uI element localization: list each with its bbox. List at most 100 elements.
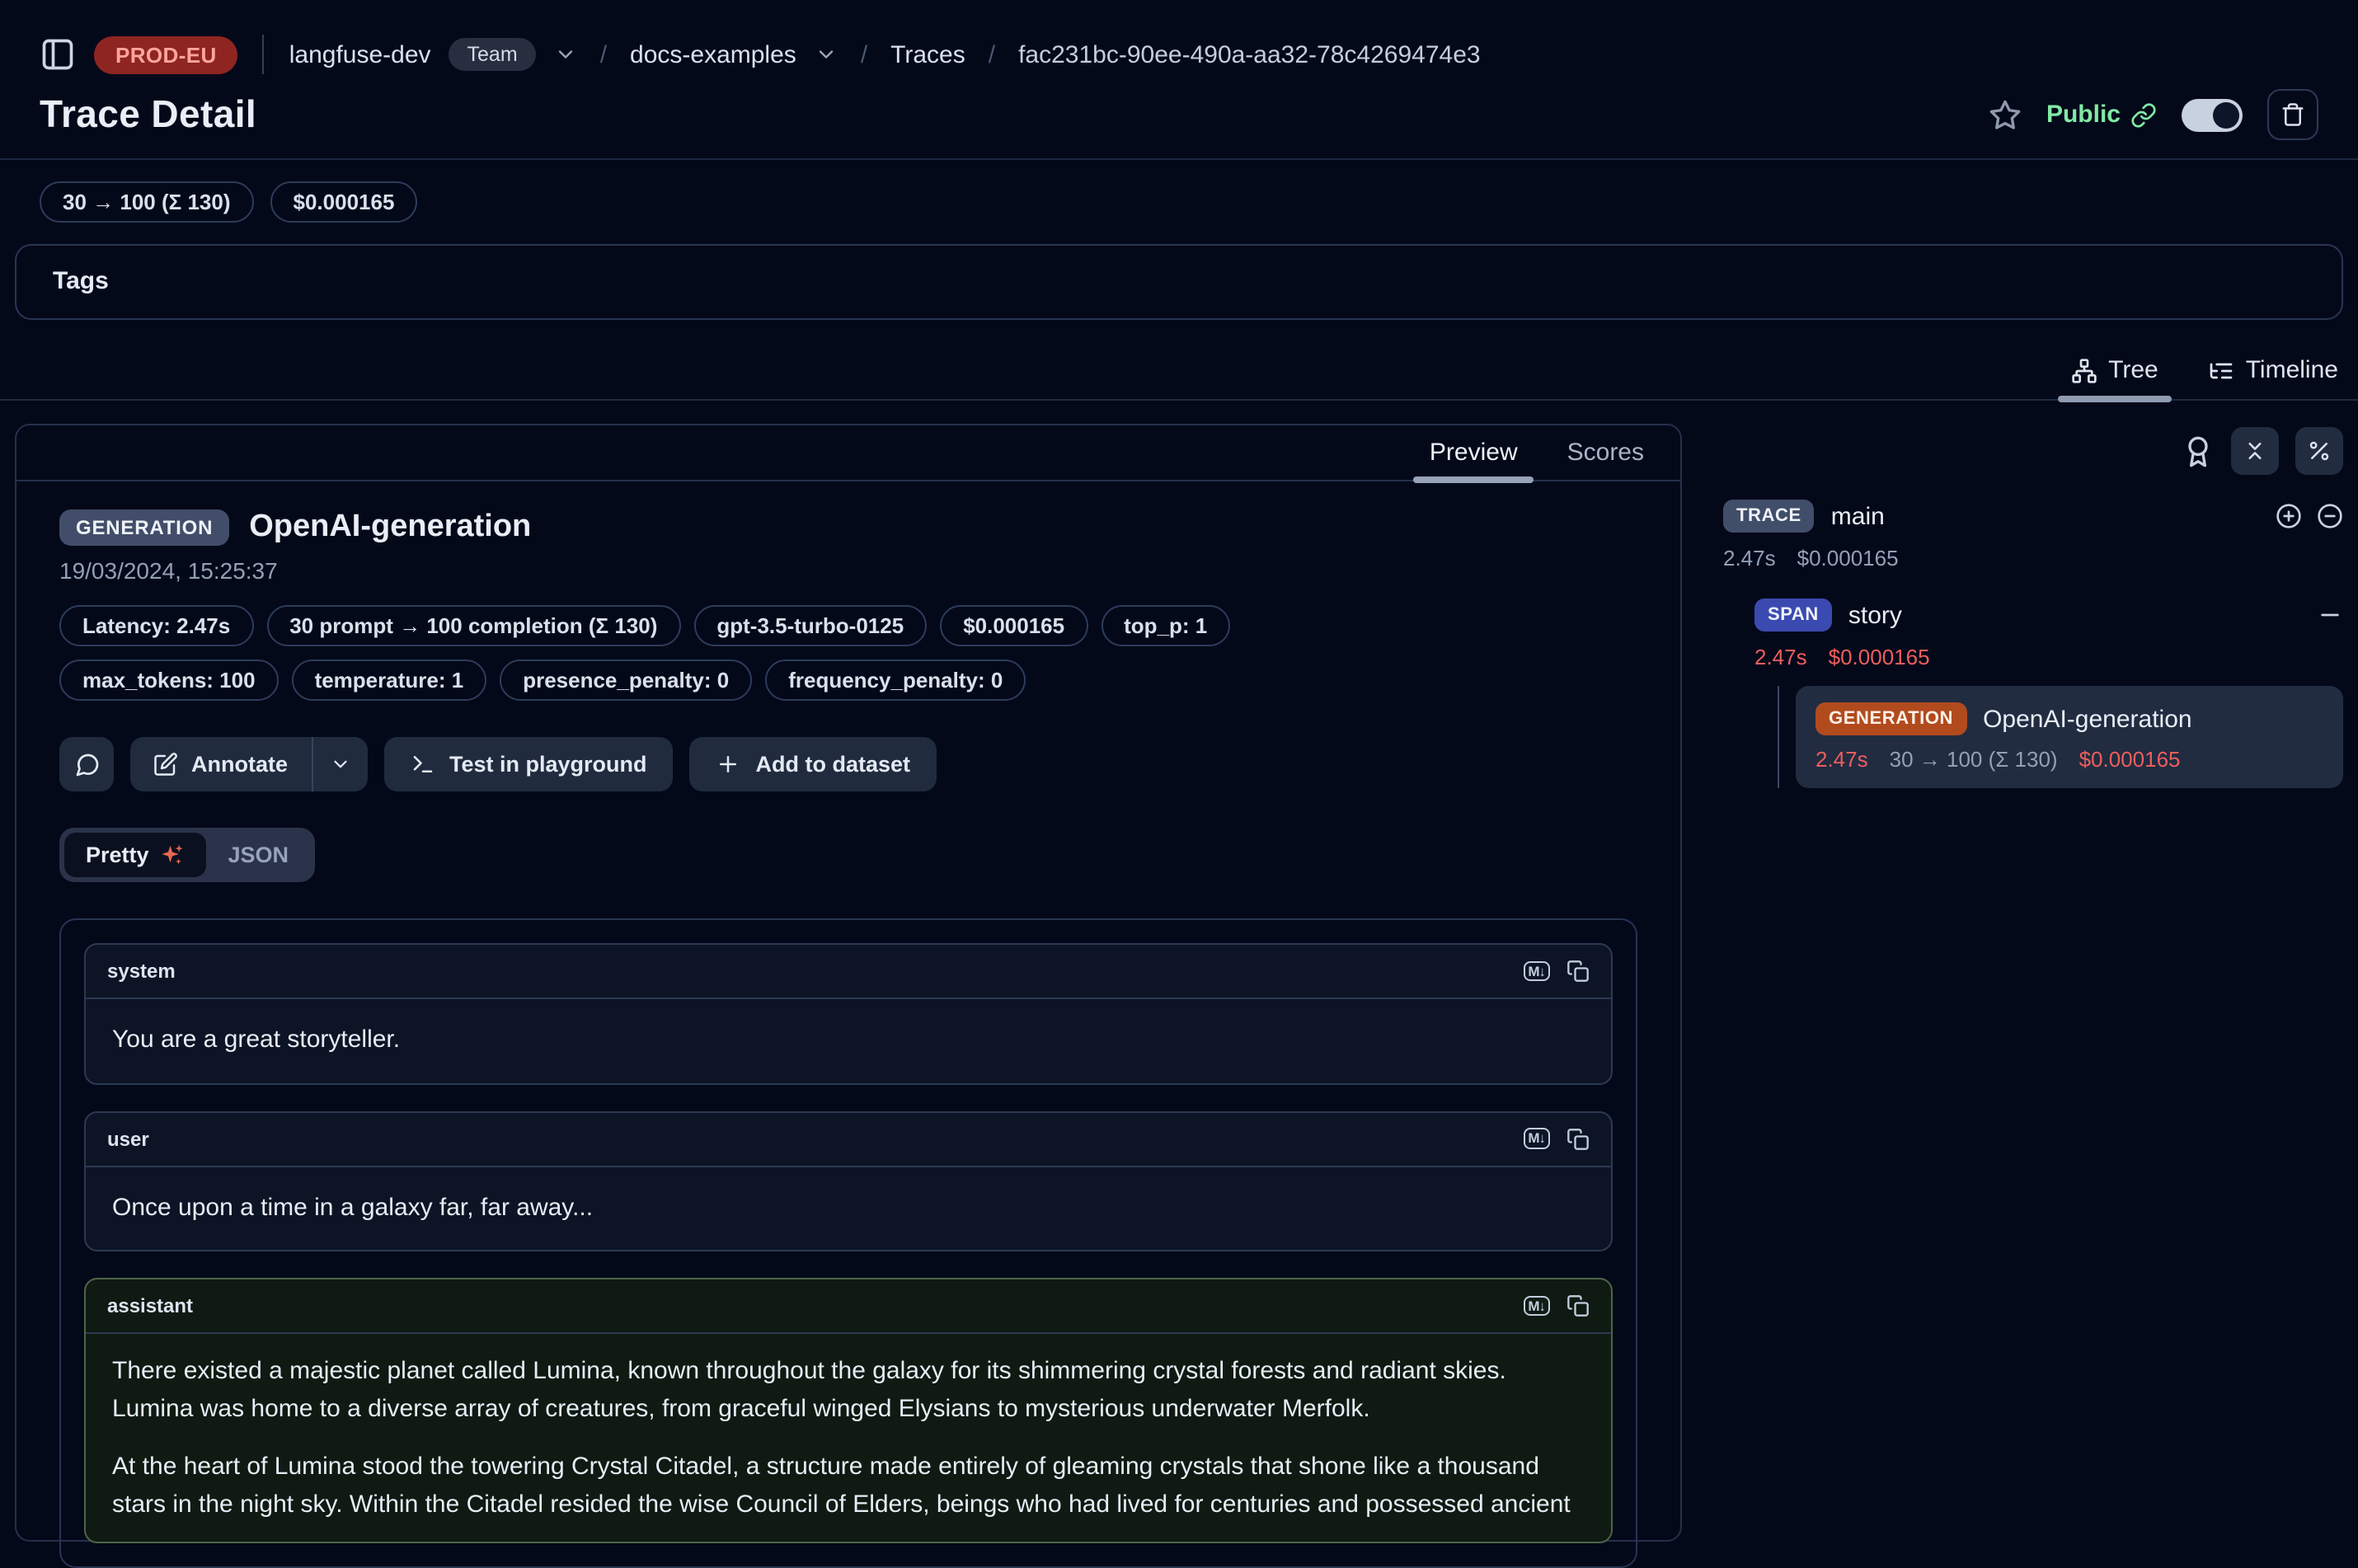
trace-tree: TRACE main 2.47s $0.000165 SPAN story	[1723, 424, 2343, 788]
param-top-p: top_p: 1	[1101, 605, 1230, 646]
copy-icon[interactable]	[1567, 1127, 1590, 1150]
public-link[interactable]: Public	[2046, 101, 2157, 129]
workflow-tree-icon	[2070, 357, 2097, 383]
span-metrics: 2.47s $0.000165	[1754, 645, 2343, 669]
copy-icon[interactable]	[1567, 960, 1590, 983]
tab-timeline[interactable]: Timeline	[2205, 350, 2342, 399]
tab-tree-label: Tree	[2108, 356, 2158, 384]
markdown-toggle-icon[interactable]: M↓	[1523, 1129, 1550, 1149]
message-role: system	[107, 960, 176, 983]
breadcrumb-separator: /	[984, 40, 1000, 68]
observation-type-badge: GENERATION	[59, 509, 229, 546]
tags-box[interactable]: Tags	[15, 244, 2343, 320]
chevron-down-icon	[329, 753, 350, 775]
main-content: Preview Scores GENERATION OpenAI-generat…	[0, 401, 2358, 1542]
tab-scores[interactable]: Scores	[1564, 425, 1647, 480]
award-icon[interactable]	[2182, 434, 2215, 467]
environment-badge[interactable]: PROD-EU	[94, 35, 238, 73]
terminal-icon	[410, 752, 434, 777]
span-cost: $0.000165	[1829, 645, 1930, 669]
add-to-dataset-button[interactable]: Add to dataset	[690, 737, 937, 791]
sidebar-toggle-icon[interactable]	[40, 36, 76, 73]
message-role: assistant	[107, 1294, 193, 1317]
tree-toolbar	[1723, 427, 2343, 475]
comment-button[interactable]	[59, 737, 114, 791]
playground-button[interactable]: Test in playground	[383, 737, 674, 791]
tab-preview[interactable]: Preview	[1426, 425, 1521, 480]
message-content: Once upon a time in a galaxy far, far aw…	[86, 1167, 1611, 1250]
delete-trace-button[interactable]	[2267, 89, 2318, 140]
playground-label: Test in playground	[449, 752, 647, 777]
copy-icon[interactable]	[1567, 1294, 1590, 1317]
trace-name: main	[1831, 502, 1885, 530]
chevron-down-icon[interactable]	[554, 43, 577, 66]
generation-name: OpenAI-generation	[1983, 705, 2192, 733]
fold-vertical-icon	[2243, 439, 2267, 463]
tree-node-trace[interactable]: TRACE main	[1723, 500, 2343, 533]
param-latency: Latency: 2.47s	[59, 605, 253, 646]
star-icon[interactable]	[1989, 98, 2022, 131]
public-toggle[interactable]	[2182, 98, 2243, 131]
tab-timeline-label: Timeline	[2246, 356, 2338, 384]
breadcrumb-separator: /	[856, 40, 872, 68]
toggle-metrics-button[interactable]	[2295, 427, 2343, 475]
param-max-tokens: max_tokens: 100	[59, 660, 279, 701]
format-json-option[interactable]: JSON	[207, 833, 311, 877]
annotate-split-button: Annotate	[130, 737, 367, 791]
observation-title: OpenAI-generation	[249, 509, 531, 546]
message-content: There existed a majestic planet called L…	[86, 1334, 1611, 1542]
minus-circle-icon[interactable]	[2317, 503, 2343, 529]
param-tokens: 30 prompt → 100 completion (Σ 130)	[266, 605, 680, 646]
trace-badge: TRACE	[1723, 500, 1815, 533]
plus-circle-icon[interactable]	[2276, 503, 2302, 529]
cost-badge[interactable]: $0.000165	[270, 181, 418, 223]
page-title: Trace Detail	[40, 92, 256, 137]
breadcrumb-project[interactable]: docs-examples	[630, 40, 796, 68]
percent-icon	[2307, 439, 2332, 463]
breadcrumb-traces[interactable]: Traces	[890, 40, 965, 68]
plus-icon	[716, 752, 741, 777]
chevron-down-icon[interactable]	[815, 43, 838, 66]
tree-node-generation-selected[interactable]: GENERATION OpenAI-generation 2.47s 30 → …	[1796, 686, 2343, 788]
message-assistant: assistant M↓ There existed a majestic pl…	[84, 1278, 1613, 1543]
collapse-all-button[interactable]	[2231, 427, 2279, 475]
title-row: Trace Detail Public	[0, 79, 2358, 140]
tree-node-span[interactable]: SPAN story 2.47s $0.000165	[1754, 599, 2343, 669]
message-role: user	[107, 1127, 149, 1150]
breadcrumb-org[interactable]: langfuse-dev	[289, 40, 431, 68]
tree-indent-guide: GENERATION OpenAI-generation 2.47s 30 → …	[1778, 686, 2343, 788]
generation-tokens: 30 → 100 (Σ 130)	[1890, 747, 2058, 772]
breadcrumb: PROD-EU langfuse-dev Team / docs-example…	[0, 0, 2358, 79]
markdown-toggle-icon[interactable]: M↓	[1523, 961, 1550, 982]
param-model: gpt-3.5-turbo-0125	[693, 605, 927, 646]
trace-detail-page: PROD-EU langfuse-dev Team / docs-example…	[0, 0, 2358, 1555]
public-label: Public	[2046, 101, 2121, 129]
assistant-paragraph: At the heart of Lumina stood the towerin…	[112, 1447, 1585, 1523]
assistant-paragraph: There existed a majestic planet called L…	[112, 1352, 1585, 1429]
token-usage-badge[interactable]: 30 → 100 (Σ 130)	[40, 181, 254, 223]
observation-params: Latency: 2.47s 30 prompt → 100 completio…	[59, 605, 1313, 701]
annotate-pen-icon	[153, 752, 178, 777]
trace-metrics: 2.47s $0.000165	[1723, 546, 2343, 570]
annotate-button[interactable]: Annotate	[130, 737, 311, 791]
comment-icon	[73, 751, 100, 777]
generation-badge: GENERATION	[1815, 702, 1966, 735]
param-temperature: temperature: 1	[292, 660, 487, 701]
message-content: You are a great storyteller.	[86, 999, 1611, 1082]
sparkles-icon	[161, 843, 186, 867]
link-icon	[2130, 101, 2157, 128]
trace-latency: 2.47s	[1723, 546, 1776, 570]
annotate-dropdown-button[interactable]	[312, 737, 367, 791]
timeline-icon	[2208, 357, 2234, 383]
markdown-toggle-icon[interactable]: M↓	[1523, 1296, 1550, 1317]
view-tabs: Tree Timeline	[0, 350, 2358, 401]
annotate-label: Annotate	[191, 752, 288, 777]
io-container: system M↓ You are a great storyteller. u…	[59, 918, 1637, 1568]
format-pretty-option[interactable]: Pretty	[64, 833, 207, 877]
tab-tree[interactable]: Tree	[2067, 350, 2162, 399]
panel-content: GENERATION OpenAI-generation 19/03/2024,…	[16, 481, 1680, 1568]
minus-icon[interactable]	[2317, 602, 2343, 628]
message-system: system M↓ You are a great storyteller.	[84, 943, 1613, 1084]
add-to-dataset-label: Add to dataset	[756, 752, 911, 777]
breadcrumb-trace-id: fac231bc-90ee-490a-aa32-78c4269474e3	[1018, 40, 1480, 68]
